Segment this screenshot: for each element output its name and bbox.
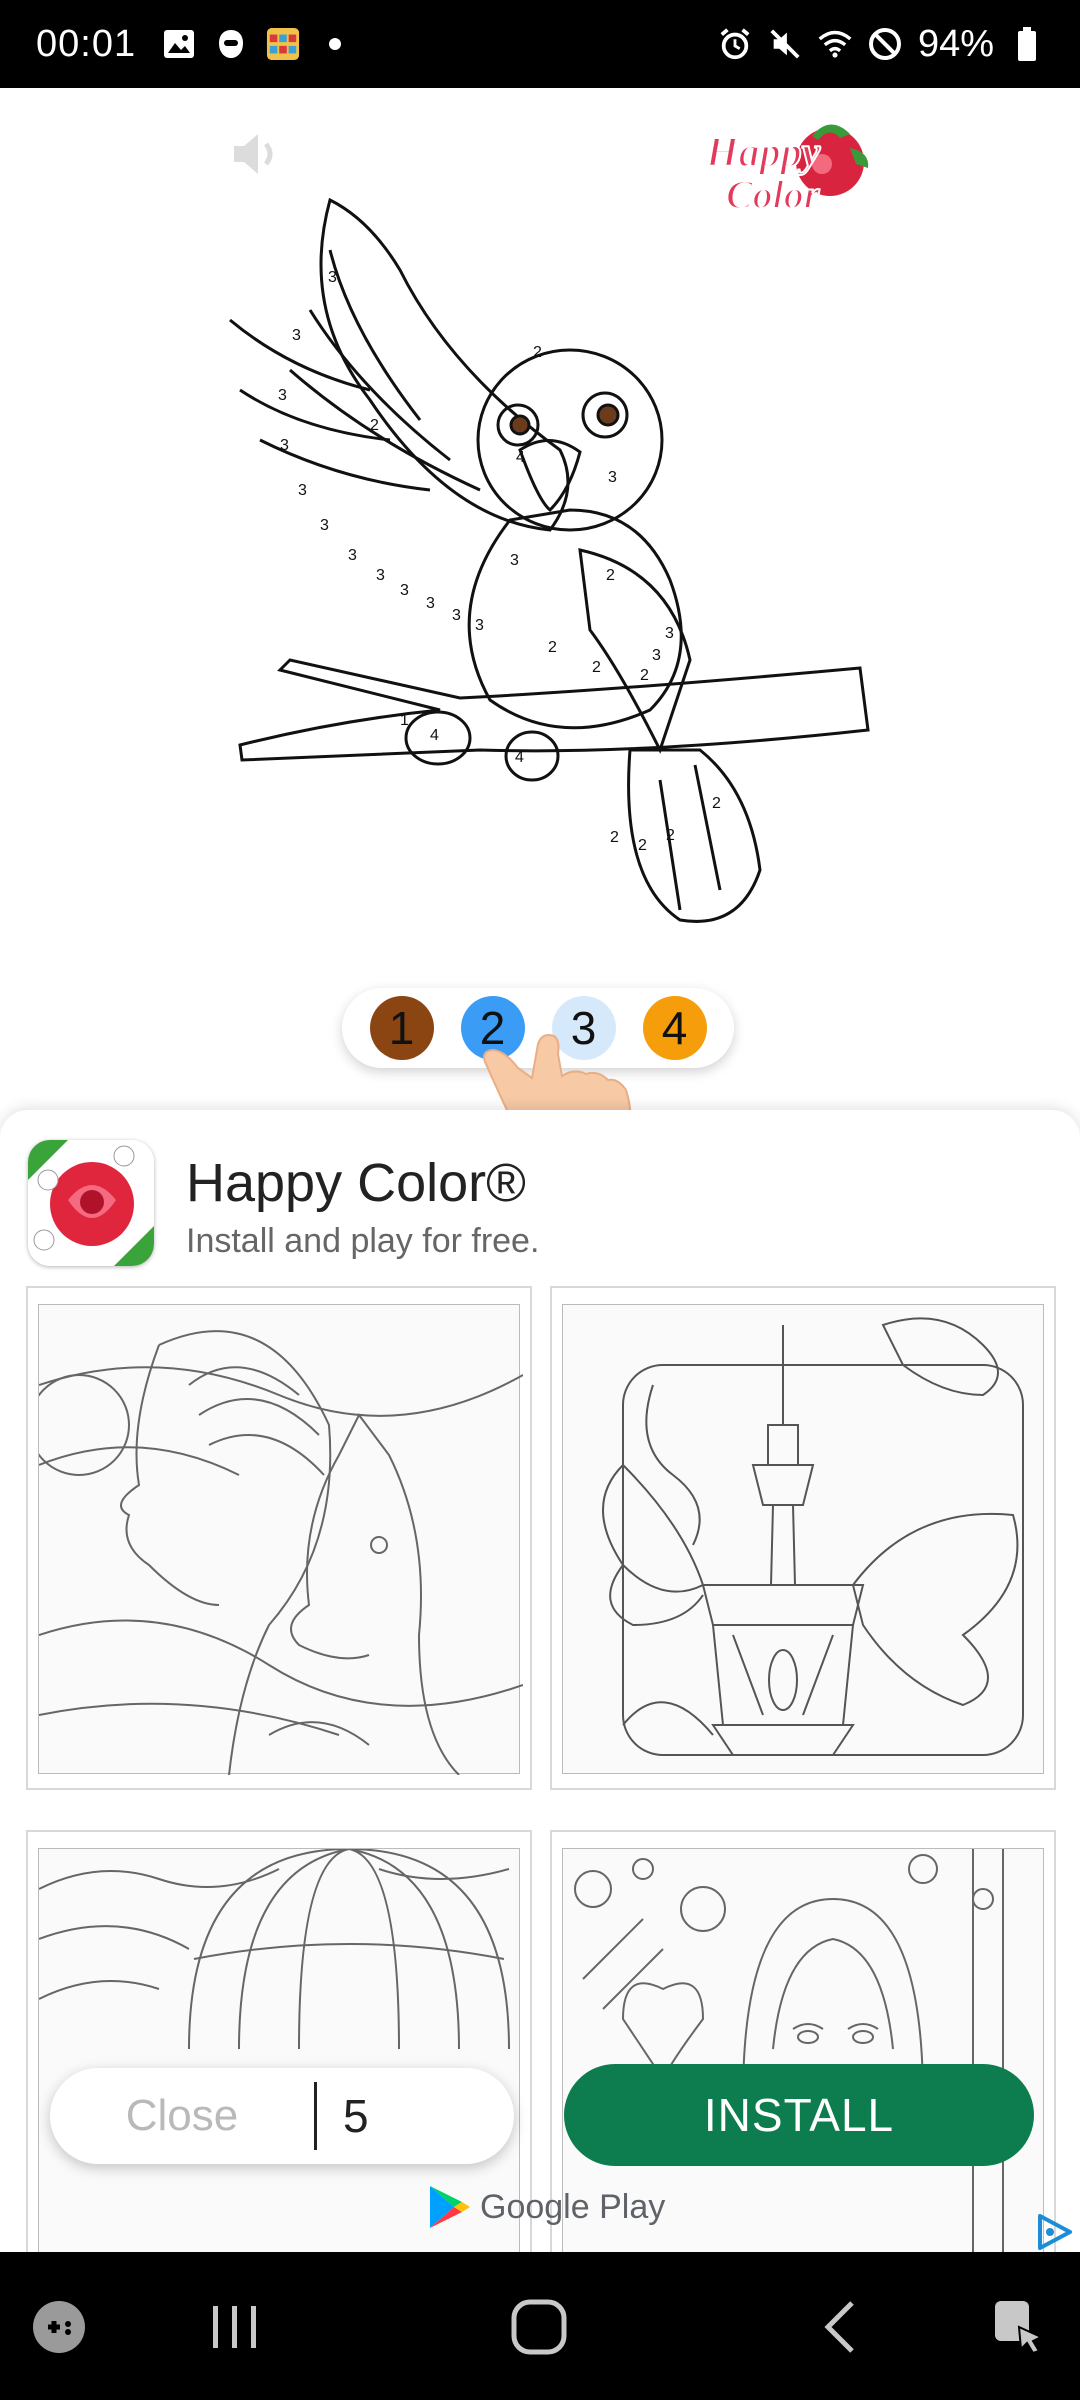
- preview-tile-woman-cat[interactable]: [26, 1286, 532, 1790]
- svg-text:3: 3: [280, 437, 289, 454]
- close-label[interactable]: Close: [50, 2091, 314, 2141]
- home-icon[interactable]: [504, 2292, 574, 2362]
- ad-card: Happy Color® Install and play for free.: [0, 1110, 1080, 2334]
- app-subtitle: Install and play for free.: [186, 1222, 540, 1260]
- status-time: 00:01: [36, 22, 137, 65]
- app-name[interactable]: Happy Color®: [186, 1152, 526, 1214]
- recents-icon[interactable]: [200, 2292, 270, 2362]
- navigation-bar: [0, 2252, 1080, 2400]
- dnd-icon: [868, 27, 902, 61]
- bixby-icon: [214, 27, 248, 61]
- svg-text:2: 2: [533, 344, 542, 361]
- svg-text:Happy: Happy: [705, 130, 821, 176]
- svg-text:1: 1: [400, 712, 409, 729]
- svg-text:3: 3: [400, 582, 409, 599]
- swatch-number: 1: [388, 1002, 415, 1054]
- svg-text:3: 3: [510, 552, 519, 569]
- google-play-label: Google Play: [480, 2187, 666, 2226]
- svg-text:3: 3: [452, 607, 461, 624]
- svg-text:2: 2: [548, 639, 557, 656]
- coloring-bird-artwork[interactable]: 333 333 333 333 224 144 332 222 332 222: [220, 190, 880, 950]
- svg-text:3: 3: [608, 469, 617, 486]
- svg-text:4: 4: [430, 727, 439, 744]
- svg-text:2: 2: [666, 827, 675, 844]
- dot-icon: [318, 27, 352, 61]
- svg-text:2: 2: [640, 667, 649, 684]
- svg-text:3: 3: [298, 482, 307, 499]
- preview-tile-lantern[interactable]: [550, 1286, 1056, 1790]
- status-bar: 00:01 94%: [0, 0, 1080, 88]
- battery-icon: [1010, 27, 1044, 61]
- close-divider: [314, 2082, 317, 2150]
- svg-text:3: 3: [292, 327, 301, 344]
- battery-percent: 94%: [917, 22, 994, 65]
- svg-text:3: 3: [376, 567, 385, 584]
- google-play-badge[interactable]: Google Play: [428, 2184, 665, 2230]
- google-play-icon: [430, 2186, 470, 2228]
- app-icon[interactable]: [28, 1140, 154, 1266]
- adchoices-icon[interactable]: [1034, 2212, 1074, 2252]
- svg-text:3: 3: [426, 595, 435, 612]
- svg-text:3: 3: [665, 625, 674, 642]
- game-launcher-icon[interactable]: [24, 2292, 94, 2362]
- mute-icon: [768, 27, 802, 61]
- svg-text:2: 2: [370, 417, 379, 434]
- back-icon[interactable]: [806, 2292, 876, 2362]
- svg-text:3: 3: [475, 617, 484, 634]
- svg-text:2: 2: [638, 837, 647, 854]
- svg-text:4: 4: [516, 449, 525, 466]
- sound-icon[interactable]: [226, 126, 286, 182]
- swatch-number: 4: [661, 1002, 688, 1054]
- wifi-icon: [818, 27, 852, 61]
- close-countdown-button[interactable]: Close 5: [50, 2068, 514, 2164]
- svg-text:4: 4: [515, 749, 524, 766]
- svg-text:2: 2: [712, 795, 721, 812]
- gallery-icon: [162, 27, 196, 61]
- alarm-icon: [718, 27, 752, 61]
- svg-text:2: 2: [610, 829, 619, 846]
- palette-swatch-4[interactable]: 4: [642, 996, 707, 1060]
- svg-text:3: 3: [328, 269, 337, 286]
- game-app-icon: [266, 27, 300, 61]
- palette-swatch-1[interactable]: 1: [369, 996, 434, 1060]
- svg-text:2: 2: [606, 567, 615, 584]
- svg-text:3: 3: [652, 647, 661, 664]
- close-countdown-value: 5: [343, 2090, 369, 2142]
- svg-text:3: 3: [348, 547, 357, 564]
- svg-text:2: 2: [592, 659, 601, 676]
- assistant-icon[interactable]: [984, 2292, 1054, 2362]
- install-button[interactable]: INSTALL: [564, 2064, 1034, 2166]
- svg-text:3: 3: [320, 517, 329, 534]
- svg-text:3: 3: [278, 387, 287, 404]
